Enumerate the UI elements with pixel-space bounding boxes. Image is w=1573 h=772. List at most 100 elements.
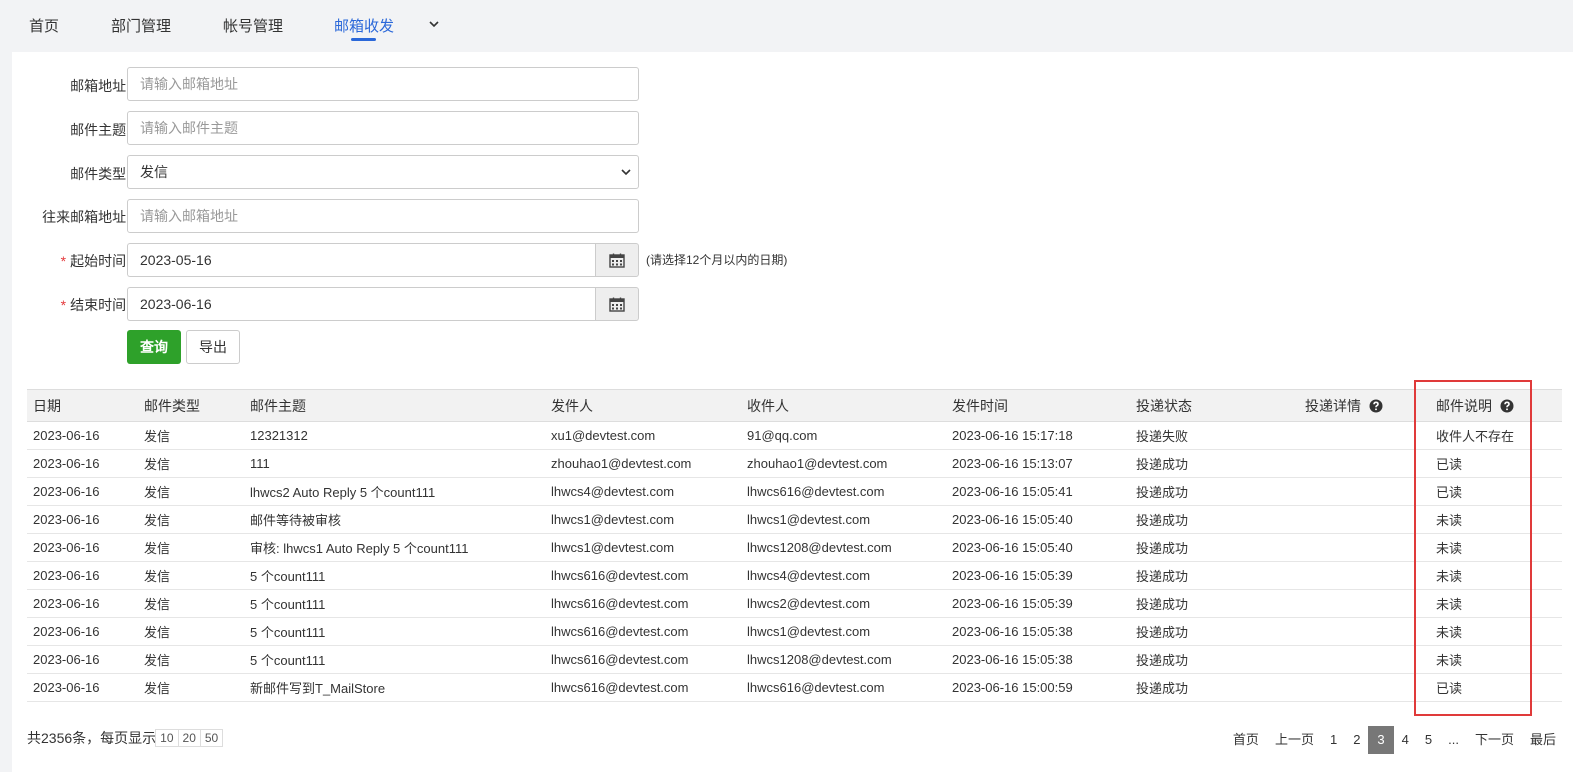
cell-delivery-status: 投递成功	[1130, 449, 1299, 478]
cell-subject: 5 个count111	[244, 617, 545, 646]
cell-send-time: 2023-06-16 15:05:39	[946, 589, 1130, 618]
table-body: 2023-06-16 发信 12321312 xu1@devtest.com 91@qq…	[27, 421, 1562, 702]
page-link[interactable]: 5	[1417, 726, 1440, 754]
start-date-input[interactable]	[127, 243, 597, 277]
chevron-down-icon[interactable]	[427, 17, 441, 31]
cell-send-time: 2023-06-16 15:05:38	[946, 645, 1130, 674]
table-header-row: 日期 邮件类型 邮件主题 发件人 收件人 发件时间 投递状态 投递详情 邮件说明	[27, 389, 1562, 422]
cell-recipient: lhwcs1@devtest.com	[741, 617, 946, 646]
cell-delivery-status: 投递成功	[1130, 589, 1299, 618]
peer-mailbox-input[interactable]	[127, 199, 639, 233]
table-row[interactable]: 2023-06-16 发信 审核: lhwcs1 Auto Reply 5 个cou…	[27, 533, 1562, 562]
cell-mail-note: 已读	[1430, 673, 1562, 702]
subject-input[interactable]	[127, 111, 639, 145]
cell-send-time: 2023-06-16 15:05:38	[946, 617, 1130, 646]
cell-send-time: 2023-06-16 15:05:40	[946, 505, 1130, 534]
cell-recipient: lhwcs4@devtest.com	[741, 561, 946, 590]
cell-date: 2023-06-16	[27, 505, 138, 534]
top-nav: 首页 部门管理 帐号管理 邮箱收发	[0, 0, 1573, 52]
total-count-text: 共2356条，每页显示	[27, 730, 157, 746]
page-link[interactable]: 2	[1345, 726, 1368, 754]
table-row[interactable]: 2023-06-16 发信 5 个count111 lhwcs616@devtest.…	[27, 561, 1562, 590]
last-page-link[interactable]: 最后	[1522, 726, 1564, 754]
cell-delivery-detail	[1299, 533, 1430, 562]
help-icon[interactable]	[1369, 399, 1383, 413]
cell-delivery-status: 投递成功	[1130, 645, 1299, 674]
page-size-option[interactable]: 10	[155, 729, 179, 747]
cell-subject: 111	[244, 449, 545, 478]
table-row[interactable]: 2023-06-16 发信 新邮件写到T_MailStore lhwcs616@dev…	[27, 673, 1562, 702]
query-button[interactable]: 查询	[127, 330, 181, 364]
cell-recipient: lhwcs1@devtest.com	[741, 505, 946, 534]
page-size-option[interactable]: 50	[199, 729, 224, 747]
end-time-label-text: 结束时间:	[70, 297, 130, 313]
help-icon[interactable]	[1500, 399, 1514, 413]
cell-delivery-detail	[1299, 617, 1430, 646]
cell-delivery-status: 投递成功	[1130, 477, 1299, 506]
cell-mail-note: 已读	[1430, 449, 1562, 478]
cell-delivery-detail	[1299, 421, 1430, 450]
cell-mail-note: 未读	[1430, 589, 1562, 618]
peer-label: 往来邮箱地址:	[42, 209, 130, 225]
cell-delivery-detail	[1299, 449, 1430, 478]
table-row[interactable]: 2023-06-16 发信 111 zhouhao1@devtest.com zhouh…	[27, 449, 1562, 478]
nav-accounts[interactable]: 帐号管理	[223, 15, 283, 36]
cell-mail-type: 发信	[138, 673, 244, 702]
nav-department[interactable]: 部门管理	[111, 15, 171, 36]
cell-mail-note: 未读	[1430, 645, 1562, 674]
page-link[interactable]: 4	[1394, 726, 1417, 754]
mail-type-select[interactable]: 发信	[127, 155, 639, 189]
subject-label: 邮件主题:	[70, 122, 130, 138]
cell-send-time: 2023-06-16 15:00:59	[946, 673, 1130, 702]
cell-sender: lhwcs616@devtest.com	[545, 645, 741, 674]
cell-date: 2023-06-16	[27, 617, 138, 646]
cell-recipient: 91@qq.com	[741, 421, 946, 450]
table-row[interactable]: 2023-06-16 发信 5 个count111 lhwcs616@devtest.…	[27, 645, 1562, 674]
col-sender: 发件人	[545, 389, 741, 422]
cell-recipient: lhwcs1208@devtest.com	[741, 533, 946, 562]
page-link[interactable]: 1	[1322, 726, 1345, 754]
table-row[interactable]: 2023-06-16 发信 5 个count111 lhwcs616@devtest.…	[27, 589, 1562, 618]
start-time-label-text: 起始时间:	[70, 253, 130, 269]
cell-sender: lhwcs1@devtest.com	[545, 533, 741, 562]
nav-home[interactable]: 首页	[29, 15, 59, 36]
cell-date: 2023-06-16	[27, 477, 138, 506]
cell-mail-note: 未读	[1430, 617, 1562, 646]
next-page-link[interactable]: 下一页	[1467, 726, 1522, 754]
cell-send-time: 2023-06-16 15:05:40	[946, 533, 1130, 562]
end-date-input[interactable]	[127, 287, 597, 321]
cell-mail-type: 发信	[138, 477, 244, 506]
table-row[interactable]: 2023-06-16 发信 邮件等待被审核 lhwcs1@devtest.com lhw…	[27, 505, 1562, 534]
mailbox-label: 邮箱地址:	[70, 78, 130, 94]
page-size-option[interactable]: 20	[177, 729, 201, 747]
first-page-link[interactable]: 首页	[1225, 726, 1267, 754]
cell-sender: lhwcs616@devtest.com	[545, 673, 741, 702]
current-page[interactable]: 3	[1368, 726, 1394, 754]
start-calendar-button[interactable]	[595, 243, 639, 277]
cell-sender: zhouhao1@devtest.com	[545, 449, 741, 478]
export-button[interactable]: 导出	[186, 330, 240, 364]
mailbox-input[interactable]	[127, 67, 639, 101]
cell-subject: 12321312	[244, 421, 545, 450]
col-delivery-detail: 投递详情	[1299, 389, 1430, 422]
table-row[interactable]: 2023-06-16 发信 5 个count111 lhwcs616@devtest.…	[27, 617, 1562, 646]
table-row[interactable]: 2023-06-16 发信 12321312 xu1@devtest.com 91@qq…	[27, 421, 1562, 450]
cell-date: 2023-06-16	[27, 673, 138, 702]
main-panel: 邮箱地址: 邮件主题: 邮件类型: 发信 往来邮箱地址: *起始时间: (请选择…	[12, 52, 1573, 772]
cell-send-time: 2023-06-16 15:17:18	[946, 421, 1130, 450]
cell-delivery-status: 投递成功	[1130, 533, 1299, 562]
prev-page-link[interactable]: 上一页	[1267, 726, 1322, 754]
cell-date: 2023-06-16	[27, 589, 138, 618]
cell-date: 2023-06-16	[27, 421, 138, 450]
cell-subject: 5 个count111	[244, 589, 545, 618]
cell-delivery-detail	[1299, 645, 1430, 674]
table-row[interactable]: 2023-06-16 发信 lhwcs2 Auto Reply 5 个count11…	[27, 477, 1562, 506]
end-calendar-button[interactable]	[595, 287, 639, 321]
cell-sender: lhwcs4@devtest.com	[545, 477, 741, 506]
cell-delivery-status: 投递成功	[1130, 505, 1299, 534]
required-mark: *	[60, 253, 67, 269]
cell-delivery-detail	[1299, 561, 1430, 590]
nav-mail[interactable]: 邮箱收发	[334, 15, 394, 36]
col-date: 日期	[27, 389, 138, 422]
cell-date: 2023-06-16	[27, 533, 138, 562]
